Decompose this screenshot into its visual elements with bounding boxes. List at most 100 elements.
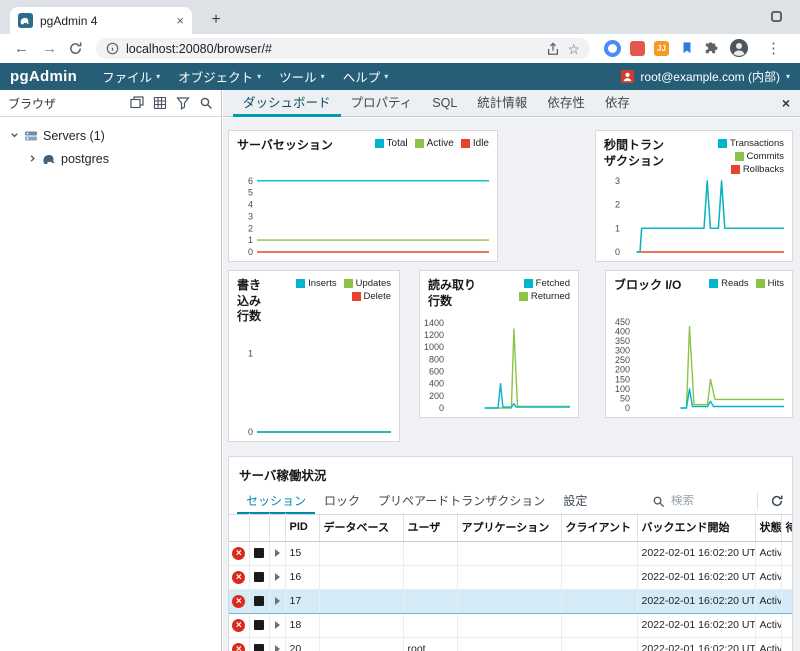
legend-item: Transactions [718,138,784,149]
table-row[interactable]: × 16 2022-02-01 16:02:20 UTC Active [229,566,792,590]
cancel-query-icon[interactable] [254,620,264,630]
legend-item: Idle [461,138,489,149]
activity-tab-locks[interactable]: ロック [315,488,369,514]
cancel-query-icon[interactable] [254,548,264,558]
activity-search-input[interactable] [671,495,741,507]
search-icon [652,495,665,508]
tab-dependents[interactable]: 依存 [595,90,640,117]
cell-backend-start: 2022-02-01 16:02:20 UTC [637,614,755,638]
table-row[interactable]: × 15 2022-02-01 16:02:20 UTC Active [229,542,792,566]
chart-plot: 050100150200250300350400450 [608,313,788,413]
new-tab-button[interactable]: + [205,9,227,31]
bookmark-star-icon[interactable]: ☆ [567,42,580,56]
search-icon[interactable] [199,96,213,110]
menu-file[interactable]: ファイル▾ [93,63,169,90]
server-group-icon [24,129,38,143]
extension-blue-icon[interactable] [604,40,621,57]
user-menu[interactable]: root@example.com (内部) ▾ [621,68,790,85]
menu-tools[interactable]: ツール▾ [270,63,334,90]
expand-row-icon[interactable] [275,573,280,581]
chevron-down-icon: ▾ [786,72,790,81]
svg-text:0: 0 [439,403,444,413]
legend-swatch [352,292,361,301]
tab-close-icon[interactable]: × [176,14,184,27]
forward-icon[interactable]: → [42,34,57,63]
col-client: クライアント [561,513,637,542]
activity-tab-sessions[interactable]: セッション [237,488,315,514]
legend-label: Updates [356,278,391,289]
expand-row-icon[interactable] [275,597,280,605]
url-text[interactable]: localhost:20080/browser/# [126,42,539,56]
cell-state: Active [755,638,781,651]
cancel-query-icon[interactable] [254,596,264,606]
table-row[interactable]: × 18 2022-02-01 16:02:20 UTC Active [229,614,792,638]
browser-menu-icon[interactable]: ⋮ [766,34,781,63]
chevron-right-icon[interactable] [28,154,37,163]
main-area: ダッシュボード プロパティ SQL 統計情報 依存性 依存 × サーバセッション… [223,90,800,651]
tab-properties[interactable]: プロパティ [341,90,423,117]
tree-item-servers[interactable]: Servers (1) [0,124,221,147]
cancel-query-icon[interactable] [254,572,264,582]
cell-user [403,614,457,638]
browser-tab[interactable]: pgAdmin 4 × [10,7,192,34]
profile-avatar[interactable] [730,39,748,57]
chart-transactions-per-second: 秒間トランザクション TransactionsCommitsRollbacks … [595,130,793,262]
svg-text:600: 600 [429,367,444,377]
menu-help[interactable]: ヘルプ▾ [334,63,398,90]
reading-list-flag-icon[interactable] [680,41,694,55]
legend-swatch [296,279,305,288]
tab-statistics[interactable]: 統計情報 [467,90,537,117]
filter-icon[interactable] [176,96,190,110]
chart-header: ブロック I/O ReadsHits [606,271,792,296]
chevron-down-icon[interactable] [10,131,19,140]
site-info-icon[interactable] [106,42,119,55]
back-icon[interactable]: ← [14,34,29,63]
expand-row-icon[interactable] [275,549,280,557]
legend-item: Updates [344,278,391,289]
table-row-selected[interactable]: × 17 2022-02-01 16:02:20 UTC Active [229,590,792,614]
cancel-query-icon[interactable] [254,644,264,651]
col-wait-event: 待機イベント [781,513,792,542]
terminate-session-icon[interactable]: × [232,571,245,584]
extensions-puzzle-icon[interactable] [703,41,718,56]
expand-row-icon[interactable] [275,645,280,651]
expand-row-icon[interactable] [275,621,280,629]
address-bar[interactable]: localhost:20080/browser/# ☆ [96,38,590,59]
terminate-session-icon[interactable]: × [232,595,245,608]
sidebar-header: ブラウザ [0,90,221,117]
cell-wait-event [781,614,792,638]
share-icon[interactable] [546,42,560,56]
chart-header: サーバセッション TotalActiveIdle [229,131,497,156]
terminate-session-icon[interactable]: × [232,643,245,651]
menu-object[interactable]: オブジェクト▾ [169,63,270,90]
cell-user [403,590,457,614]
legend-item: Delete [352,291,391,302]
cell-application [457,614,561,638]
reload-icon[interactable] [68,41,83,56]
activity-tab-prepared-transactions[interactable]: プリペアードトランザクション [369,488,554,514]
tree-item-postgres[interactable]: postgres [0,147,221,170]
panels-icon[interactable] [130,96,144,110]
tab-dependencies[interactable]: 依存性 [537,90,595,117]
chart-canvas: 0123 [598,171,788,257]
refresh-icon[interactable] [757,492,784,510]
tab-sql[interactable]: SQL [422,90,467,117]
grid-icon[interactable] [153,96,167,110]
svg-text:0: 0 [625,403,630,413]
legend-label: Delete [364,291,391,302]
window-control-icon[interactable] [771,11,782,22]
extension-jj-icon[interactable]: JJ [654,41,669,56]
browser-tabstrip: pgAdmin 4 × + [0,0,800,34]
extension-red-icon[interactable] [630,41,645,56]
terminate-session-icon[interactable]: × [232,619,245,632]
chart-title: 読み取り行数 [428,278,484,309]
tab-dashboard[interactable]: ダッシュボード [233,90,341,117]
server-activity-title: サーバ稼働状況 [229,457,792,488]
close-panel-icon[interactable]: × [782,95,790,111]
sessions-table-wrap: PID データベース ユーザ アプリケーション クライアント バックエンド開始 … [229,513,792,651]
terminate-session-icon[interactable]: × [232,547,245,560]
activity-tab-configuration[interactable]: 設定 [554,488,596,514]
svg-text:2: 2 [248,223,253,233]
table-row[interactable]: × 20 root 2022-02-01 16:02:20 UTC Active [229,638,792,651]
col-pid: PID [285,513,319,542]
